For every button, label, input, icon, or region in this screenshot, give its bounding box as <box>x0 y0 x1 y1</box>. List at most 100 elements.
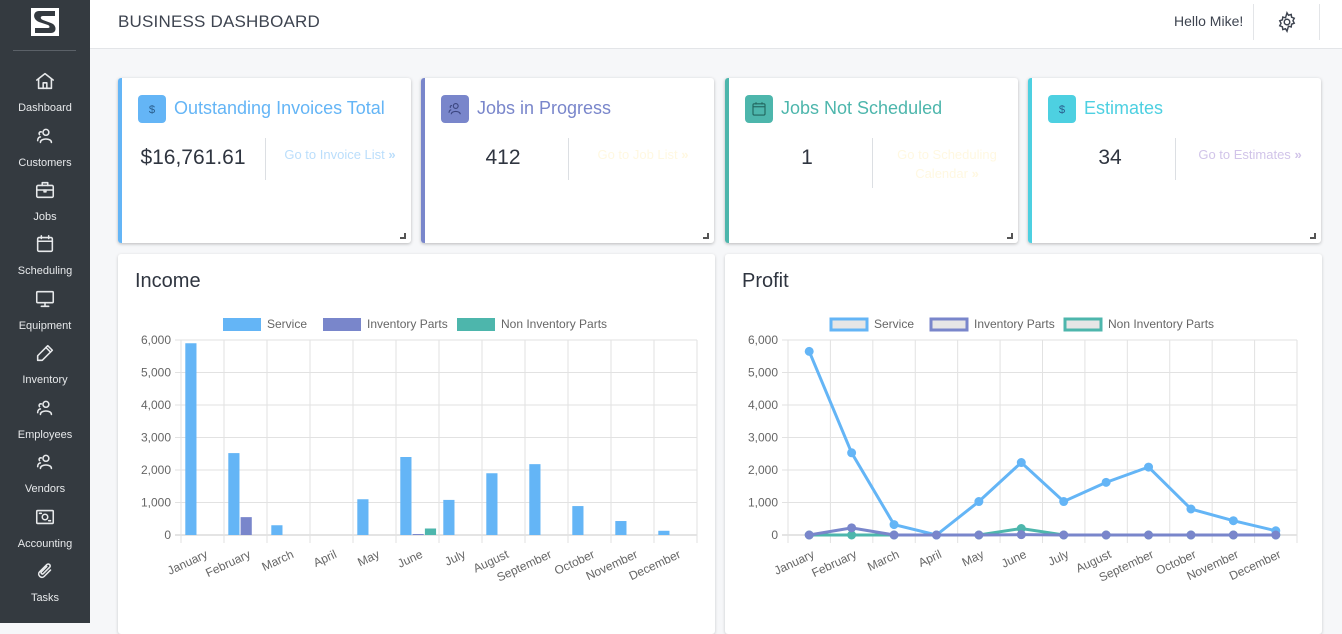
resize-handle[interactable] <box>400 233 406 239</box>
sidebar-item-label: Customers <box>18 157 72 169</box>
cash-icon <box>35 509 55 525</box>
point-inventory-parts <box>974 530 984 540</box>
bar-service <box>357 499 369 535</box>
y-tick-label: 3,000 <box>748 431 778 445</box>
sidebar-item-jobs[interactable]: Jobs <box>0 179 90 224</box>
dollar-icon: $ <box>1059 104 1066 116</box>
bar-service <box>400 457 412 535</box>
card-divider <box>265 138 266 180</box>
y-tick-label: 5,000 <box>748 366 778 380</box>
legend-label: Service <box>874 317 914 331</box>
legend-item: Service <box>223 317 307 331</box>
legend-swatch <box>323 318 361 331</box>
card-link[interactable]: Go to Invoice List » <box>270 145 410 164</box>
x-tick-label: April <box>916 547 944 570</box>
profit-panel: Profit Service Inventory Parts Non Invento… <box>725 254 1322 634</box>
x-tick-label: January <box>165 547 210 578</box>
x-tick-label: July <box>1046 547 1071 569</box>
income-chart: Service Inventory Parts Non Inventory Part… <box>141 317 698 585</box>
y-tick-label: 4,000 <box>748 398 778 412</box>
paperclip-icon <box>37 563 52 579</box>
card-icon-box <box>745 95 773 123</box>
card-link-label: Go to Scheduling Calendar <box>897 147 997 181</box>
point-service <box>889 520 899 530</box>
card-link-label: Go to Estimates <box>1198 147 1291 162</box>
legend-item: Non Inventory Parts <box>457 317 607 331</box>
sidebar-item-accounting[interactable]: Accounting <box>0 506 90 551</box>
card-title: Estimates <box>1084 98 1164 118</box>
x-tick-label: June <box>999 547 1029 571</box>
income-panel: Income Service Inventory Parts Non Invento… <box>118 254 715 634</box>
bar-service <box>486 473 498 535</box>
card-value: 34 <box>1098 146 1122 169</box>
pencil-icon <box>36 344 54 362</box>
sidebar-item-customers[interactable]: Customers <box>0 125 90 170</box>
sidebar-item-equipment[interactable]: Equipment <box>0 288 90 333</box>
point-service <box>804 346 814 356</box>
sidebar-item-label: Employees <box>17 429 73 441</box>
card-link[interactable]: Go to Scheduling Calendar » <box>877 145 1017 183</box>
bar-service <box>228 453 240 535</box>
users-icon <box>36 454 53 470</box>
legend-item: Service <box>829 317 914 332</box>
resize-handle[interactable] <box>703 233 709 239</box>
card-link[interactable]: Go to Job List » <box>573 145 713 164</box>
legend-label: Inventory Parts <box>367 317 448 331</box>
summary-card: Jobs Not Scheduled 1 Go to Scheduling Cale… <box>725 78 1018 243</box>
legend-item: Inventory Parts <box>323 317 448 331</box>
app-logo[interactable] <box>31 8 59 36</box>
sidebar-item-label: Dashboard <box>18 102 72 114</box>
sidebar-item-employees[interactable]: Employees <box>0 397 90 442</box>
resize-handle[interactable] <box>1007 233 1013 239</box>
profit-chart: Service Inventory Parts Non Inventory Part… <box>748 317 1298 585</box>
x-tick-label: February <box>809 547 858 580</box>
double-chevron-right-icon: » <box>971 166 979 181</box>
users-icon <box>36 128 53 144</box>
card-link-label: Go to Job List <box>597 147 678 162</box>
sidebar-item-label: Equipment <box>18 320 72 332</box>
settings-button[interactable] <box>1276 11 1298 37</box>
y-tick-label: 5,000 <box>141 366 171 380</box>
point-inventory-parts <box>1144 530 1154 540</box>
card-accent <box>725 78 729 243</box>
card-link[interactable]: Go to Estimates » <box>1180 145 1320 164</box>
bar-service <box>185 343 197 535</box>
x-tick-label: June <box>395 547 425 571</box>
bar-service <box>271 525 283 535</box>
legend-swatch <box>223 318 261 331</box>
point-inventory-parts <box>1186 530 1196 540</box>
legend-label: Non Inventory Parts <box>501 317 607 331</box>
briefcase-icon <box>35 181 55 199</box>
double-chevron-right-icon: » <box>1294 147 1302 162</box>
top-bar: BUSINESS DASHBOARD Hello Mike! <box>90 0 1342 49</box>
y-tick-label: 2,000 <box>748 463 778 477</box>
legend-label: Inventory Parts <box>974 317 1055 331</box>
bar-service <box>615 521 627 535</box>
y-tick-label: 6,000 <box>748 333 778 347</box>
point-service <box>1186 504 1196 514</box>
legend-label: Non Inventory Parts <box>1108 317 1214 331</box>
point-inventory-parts <box>804 530 814 540</box>
y-tick-label: 6,000 <box>141 333 171 347</box>
card-divider <box>1175 138 1176 180</box>
sidebar-item-label: Vendors <box>24 483 66 495</box>
legend-swatch <box>829 317 869 332</box>
sidebar-item-vendors[interactable]: Vendors <box>0 451 90 496</box>
summary-card: $ Estimates 34 Go to Estimates » <box>1028 78 1321 243</box>
sidebar-item-label: Inventory <box>22 374 68 386</box>
divider <box>1253 4 1254 40</box>
summary-card: Jobs in Progress 412 Go to Job List » <box>421 78 714 243</box>
y-tick-label: 0 <box>164 528 171 542</box>
sidebar-item-inventory[interactable]: Inventory <box>0 342 90 387</box>
bar-non-inventory-parts <box>424 528 437 535</box>
sidebar-item-label: Tasks <box>30 592 60 604</box>
sidebar-item-scheduling[interactable]: Scheduling <box>0 233 90 278</box>
point-inventory-parts <box>889 530 899 540</box>
bar-service <box>658 530 670 535</box>
sidebar-item-tasks[interactable]: Tasks <box>0 560 90 605</box>
double-chevron-right-icon: » <box>388 147 396 162</box>
point-service <box>847 448 857 458</box>
x-tick-label: March <box>865 547 901 574</box>
resize-handle[interactable] <box>1310 233 1316 239</box>
sidebar-item-dashboard[interactable]: Dashboard <box>0 70 90 115</box>
